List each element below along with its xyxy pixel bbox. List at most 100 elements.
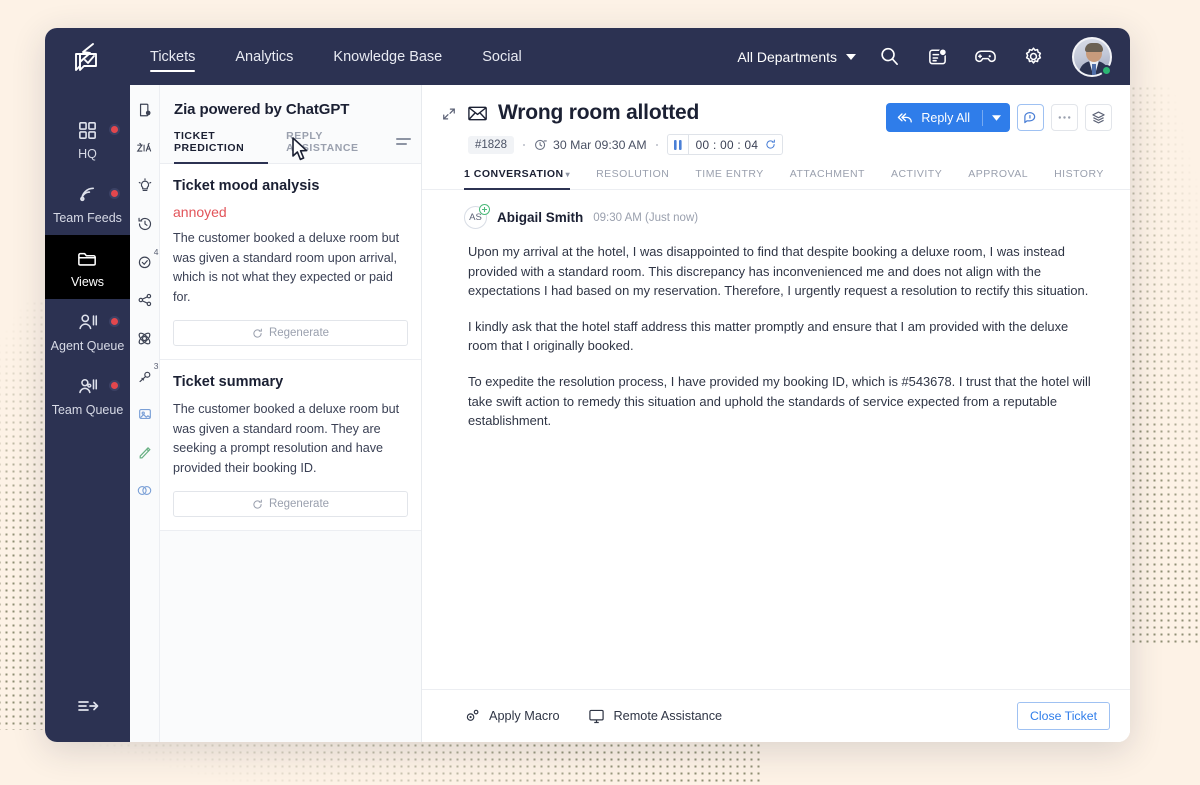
remote-assistance-button[interactable]: Remote Assistance bbox=[588, 708, 722, 724]
zia-tab-label: TICKET PREDICTION bbox=[174, 130, 245, 154]
zia-panel: Zia powered by ChatGPT TICKET PREDICTION… bbox=[160, 85, 422, 742]
tab-label: TIME ENTRY bbox=[695, 168, 764, 180]
zia-icon[interactable] bbox=[134, 137, 156, 159]
message-paragraph: I kindly ask that the hotel staff addres… bbox=[468, 318, 1069, 354]
pin-icon[interactable]: 3 bbox=[134, 361, 159, 387]
notifications-icon[interactable] bbox=[922, 42, 952, 72]
card-image-icon[interactable] bbox=[134, 403, 156, 425]
sidebar-badge bbox=[109, 124, 120, 135]
sidebar-item-views[interactable]: Views bbox=[45, 235, 130, 299]
refresh-icon bbox=[253, 499, 262, 509]
sidebar-item-label: Views bbox=[70, 275, 105, 289]
nav-tab-tickets[interactable]: Tickets bbox=[130, 28, 215, 85]
decorative-dots-bottom bbox=[62, 742, 762, 785]
nav-tab-analytics[interactable]: Analytics bbox=[215, 28, 313, 85]
chat-bubble-icon[interactable] bbox=[1017, 104, 1044, 131]
zia-panel-title: Zia powered by ChatGPT bbox=[174, 101, 350, 118]
reset-icon[interactable] bbox=[765, 139, 782, 150]
sidebar-item-team-queue[interactable]: Team Queue bbox=[45, 363, 130, 427]
search-icon[interactable] bbox=[874, 42, 904, 72]
tab-label: APPROVAL bbox=[968, 168, 1029, 180]
page-root: Tickets Analytics Knowledge Base Social … bbox=[0, 0, 1200, 785]
collapse-sidebar-icon[interactable] bbox=[75, 695, 101, 742]
nav-tab-label: Analytics bbox=[235, 48, 294, 65]
nav-tab-label: Tickets bbox=[150, 48, 196, 65]
tab-approval[interactable]: APPROVAL bbox=[968, 168, 1028, 189]
conversation-thread: AS Abigail Smith 09:30 AM (Just now) Upo… bbox=[422, 190, 1130, 689]
nav-tab-label: Knowledge Base bbox=[333, 48, 443, 65]
meta-separator bbox=[522, 143, 525, 146]
avatar[interactable] bbox=[1072, 36, 1112, 77]
reply-all-label: Reply All bbox=[921, 110, 970, 125]
layers-icon[interactable] bbox=[1085, 104, 1112, 131]
zia-tab-label: REPLY ASSISTANCE bbox=[286, 130, 359, 154]
tab-history[interactable]: HISTORY bbox=[1054, 168, 1104, 189]
ticket-timer: 00 : 00 : 04 bbox=[666, 134, 784, 155]
zia-card-ticket-summary: Ticket summary The customer booked a del… bbox=[160, 360, 421, 531]
history-clock-icon[interactable] bbox=[134, 213, 156, 235]
sidebar-item-hq[interactable]: HQ bbox=[45, 107, 130, 171]
expand-collapse-icon[interactable] bbox=[442, 107, 456, 126]
verified-icon bbox=[479, 204, 490, 215]
ticket-header-actions: Reply All bbox=[886, 101, 1112, 132]
ticket-title-text: Wrong room allotted bbox=[498, 101, 700, 124]
suggestion-bulb-icon[interactable] bbox=[134, 175, 156, 197]
zia-card-text: The customer booked a deluxe room but wa… bbox=[173, 231, 400, 304]
sidebar-item-team-feeds[interactable]: Team Feeds bbox=[45, 171, 130, 235]
app-logo-icon[interactable] bbox=[45, 40, 130, 74]
sidebar-badge bbox=[109, 380, 120, 391]
zia-card-ticket-mood: Ticket mood analysis annoyed The custome… bbox=[160, 164, 421, 360]
settings-gear-icon[interactable] bbox=[1018, 42, 1048, 72]
apply-macro-label: Apply Macro bbox=[489, 709, 560, 723]
pause-icon[interactable] bbox=[668, 135, 689, 154]
tab-reply-assistance[interactable]: REPLY ASSISTANCE bbox=[286, 130, 378, 163]
nav-tab-label: Social bbox=[482, 48, 522, 65]
tab-ticket-prediction[interactable]: TICKET PREDICTION bbox=[174, 130, 269, 164]
gamification-icon[interactable] bbox=[970, 42, 1000, 72]
share-network-icon[interactable] bbox=[134, 289, 156, 311]
tab-resolution[interactable]: RESOLUTION bbox=[596, 168, 669, 189]
department-selector[interactable]: All Departments bbox=[737, 49, 856, 65]
sidebar-badge bbox=[109, 188, 120, 199]
signature-icon[interactable] bbox=[134, 441, 156, 463]
regenerate-label: Regenerate bbox=[268, 498, 330, 510]
tasks-check-icon[interactable]: 4 bbox=[134, 247, 159, 273]
tab-label: HISTORY bbox=[1054, 168, 1104, 180]
link-preview-icon[interactable] bbox=[134, 479, 156, 501]
context-icon-rail: 4 3 bbox=[130, 85, 160, 742]
close-ticket-button[interactable]: Close Ticket bbox=[1017, 702, 1110, 730]
nav-tab-knowledge-base[interactable]: Knowledge Base bbox=[313, 28, 462, 85]
sidebar-item-label: Team Queue bbox=[51, 403, 124, 417]
clock-icon bbox=[535, 139, 547, 150]
tab-activity[interactable]: ACTIVITY bbox=[891, 168, 942, 189]
left-sidebar: HQ Team Feeds Views Agent Queue Team Que… bbox=[45, 85, 130, 742]
rail-badge: 3 bbox=[153, 361, 159, 371]
community-atom-icon[interactable] bbox=[134, 327, 156, 349]
sidebar-badge bbox=[109, 316, 120, 327]
list-options-icon[interactable] bbox=[396, 138, 411, 154]
chevron-down-icon: ▾ bbox=[565, 170, 571, 179]
regenerate-button[interactable]: Regenerate bbox=[173, 320, 408, 346]
decorative-dots-right bbox=[1130, 85, 1200, 645]
message-timestamp: 09:30 AM (Just now) bbox=[593, 211, 699, 224]
reply-all-button[interactable]: Reply All bbox=[886, 103, 1010, 132]
status-badge bbox=[1101, 64, 1112, 76]
tab-time-entry[interactable]: TIME ENTRY bbox=[695, 168, 763, 189]
more-options-icon[interactable] bbox=[1051, 104, 1078, 131]
tab-conversation[interactable]: 1 CONVERSATION ▾ bbox=[464, 168, 571, 190]
app-window: Tickets Analytics Knowledge Base Social … bbox=[45, 28, 1130, 742]
regenerate-button[interactable]: Regenerate bbox=[173, 491, 408, 517]
app-body: HQ Team Feeds Views Agent Queue Team Que… bbox=[45, 85, 1130, 742]
chevron-down-icon bbox=[846, 53, 856, 60]
sidebar-item-agent-queue[interactable]: Agent Queue bbox=[45, 299, 130, 363]
message-body: Upon my arrival at the hotel, I was disa… bbox=[464, 229, 1110, 431]
reply-all-icon bbox=[886, 112, 913, 124]
chevron-down-icon[interactable] bbox=[982, 109, 1010, 126]
ticket-properties-icon[interactable] bbox=[134, 99, 156, 121]
apply-macro-button[interactable]: Apply Macro bbox=[464, 708, 560, 724]
nav-tab-social[interactable]: Social bbox=[462, 28, 542, 85]
timer-value: 00 : 00 : 04 bbox=[695, 137, 759, 152]
tab-attachment[interactable]: ATTACHMENT bbox=[790, 168, 865, 189]
sender-name: Abigail Smith bbox=[497, 210, 584, 225]
zia-card-title: Ticket mood analysis bbox=[173, 178, 320, 194]
